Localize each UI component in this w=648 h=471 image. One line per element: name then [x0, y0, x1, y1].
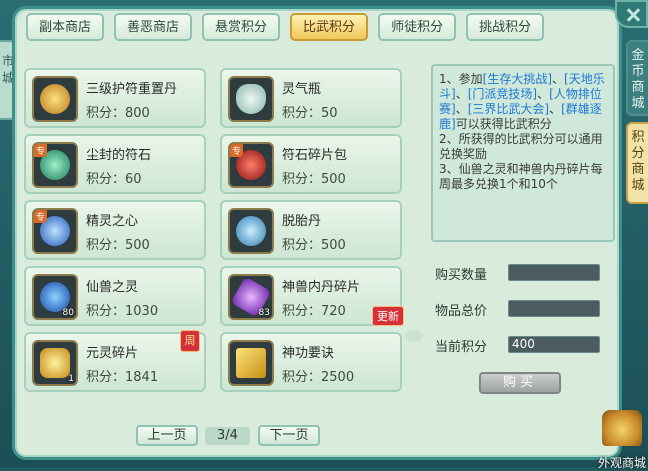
shop-item[interactable]: 灵气瓶 积分：50 [220, 68, 402, 128]
shop-item[interactable]: 神功要诀 积分：2500 [220, 332, 402, 392]
runestone-bag-icon: 专 [228, 142, 274, 188]
item-name: 符石碎片包 [282, 148, 348, 163]
link-three-realms-tournament[interactable]: [三界比武大会] [468, 102, 549, 116]
item-points: 积分：60 [86, 172, 142, 187]
shop-item[interactable]: 专 精灵之心 积分：500 [24, 200, 206, 260]
shop-tabs: 副本商店 善恶商店 悬赏积分 比武积分 师徒积分 挑战积分 [26, 13, 545, 41]
side-tab-points-shop[interactable]: 积分商城 [626, 122, 648, 204]
item-points: 积分：50 [282, 106, 338, 121]
rebirth-pill-icon [228, 208, 274, 254]
item-points: 积分：1030 [86, 304, 159, 319]
exclusive-tag: 专 [230, 144, 244, 157]
link-survival-challenge[interactable]: [生存大挑战] [483, 72, 552, 86]
item-name: 元灵碎片 [86, 346, 139, 361]
shop-item[interactable]: 83 神兽内丹碎片 积分：720 更新 [220, 266, 404, 326]
side-tab-gold-shop[interactable]: 金币商城 [626, 40, 648, 116]
total-price-value [508, 300, 600, 317]
spirit-shard-icon: 1 [32, 340, 78, 386]
quantity-label: 购买数量 [435, 268, 488, 283]
weekly-limit-badge: 周 [180, 330, 200, 352]
elf-heart-icon: 专 [32, 208, 78, 254]
rules-description: 1、参加[生存大挑战]、[天地乐斗]、[门派竞技场]、[人物排位赛]、[三界比武… [431, 64, 615, 242]
tab-karma-shop[interactable]: 善恶商店 [114, 13, 193, 41]
item-name: 尘封的符石 [86, 148, 152, 163]
item-name: 精灵之心 [86, 214, 139, 229]
decorative-leaf [405, 330, 423, 342]
buy-button[interactable]: 购买 [479, 372, 561, 394]
appearance-shop-shortcut[interactable]: 外观商城 [598, 410, 648, 470]
item-points: 积分：2500 [282, 370, 355, 385]
appearance-shop-label: 外观商城 [598, 456, 647, 470]
tab-bounty-points[interactable]: 悬赏积分 [202, 13, 281, 41]
current-points-value: 400 [508, 336, 600, 353]
shop-item[interactable]: 80 仙兽之灵 积分：1030 [24, 266, 206, 326]
item-name: 神功要诀 [282, 346, 335, 361]
shop-item[interactable]: 脱胎丹 积分：500 [220, 200, 402, 260]
shop-item[interactable]: 1 元灵碎片 积分：1841 周 [24, 330, 206, 392]
item-quantity: 1 [68, 374, 74, 384]
item-points: 积分：500 [86, 238, 150, 253]
close-button[interactable] [615, 0, 648, 28]
item-points: 积分：800 [86, 106, 150, 121]
tab-combat-points[interactable]: 比武积分 [290, 13, 369, 41]
item-name: 仙兽之灵 [86, 280, 139, 295]
item-name: 神兽内丹碎片 [282, 280, 361, 295]
exclusive-tag: 专 [34, 144, 48, 157]
item-points: 积分：720 [282, 304, 346, 319]
tab-mentor-points[interactable]: 师徒积分 [378, 13, 457, 41]
beast-spirit-orb-icon: 80 [32, 274, 78, 320]
tab-dungeon-shop[interactable]: 副本商店 [26, 13, 105, 41]
gold-talisman-icon [32, 76, 78, 122]
shop-item[interactable]: 专 符石碎片包 积分：500 [220, 134, 402, 194]
page-indicator: 3/4 [205, 427, 250, 445]
update-badge: 更新 [372, 306, 404, 326]
spirit-bottle-icon [228, 76, 274, 122]
item-quantity: 83 [258, 308, 270, 318]
beast-core-shard-icon: 83 [228, 274, 274, 320]
item-name: 灵气瓶 [282, 82, 322, 97]
shop-item[interactable]: 三级护符重置丹 积分：800 [24, 68, 206, 128]
sealed-runestone-icon: 专 [32, 142, 78, 188]
item-name: 脱胎丹 [282, 214, 322, 229]
prev-page-button[interactable]: 上一页 [136, 425, 198, 446]
shop-item[interactable]: 专 尘封的符石 积分：60 [24, 134, 206, 194]
item-name: 三级护符重置丹 [86, 82, 178, 97]
total-price-label: 物品总价 [435, 304, 488, 319]
current-points-label: 当前积分 [435, 340, 488, 355]
next-page-button[interactable]: 下一页 [258, 425, 320, 446]
treasure-chest-icon [602, 410, 642, 446]
link-sect-arena[interactable]: [门派竞技场] [468, 87, 537, 101]
exclusive-tag: 专 [34, 210, 48, 223]
item-quantity: 80 [62, 308, 74, 318]
quantity-input[interactable] [508, 264, 600, 281]
item-points: 积分：1841 [86, 370, 159, 385]
item-points: 积分：500 [282, 172, 346, 187]
item-points: 积分：500 [282, 238, 346, 253]
skill-book-icon [228, 340, 274, 386]
tab-challenge-points[interactable]: 挑战积分 [466, 13, 545, 41]
